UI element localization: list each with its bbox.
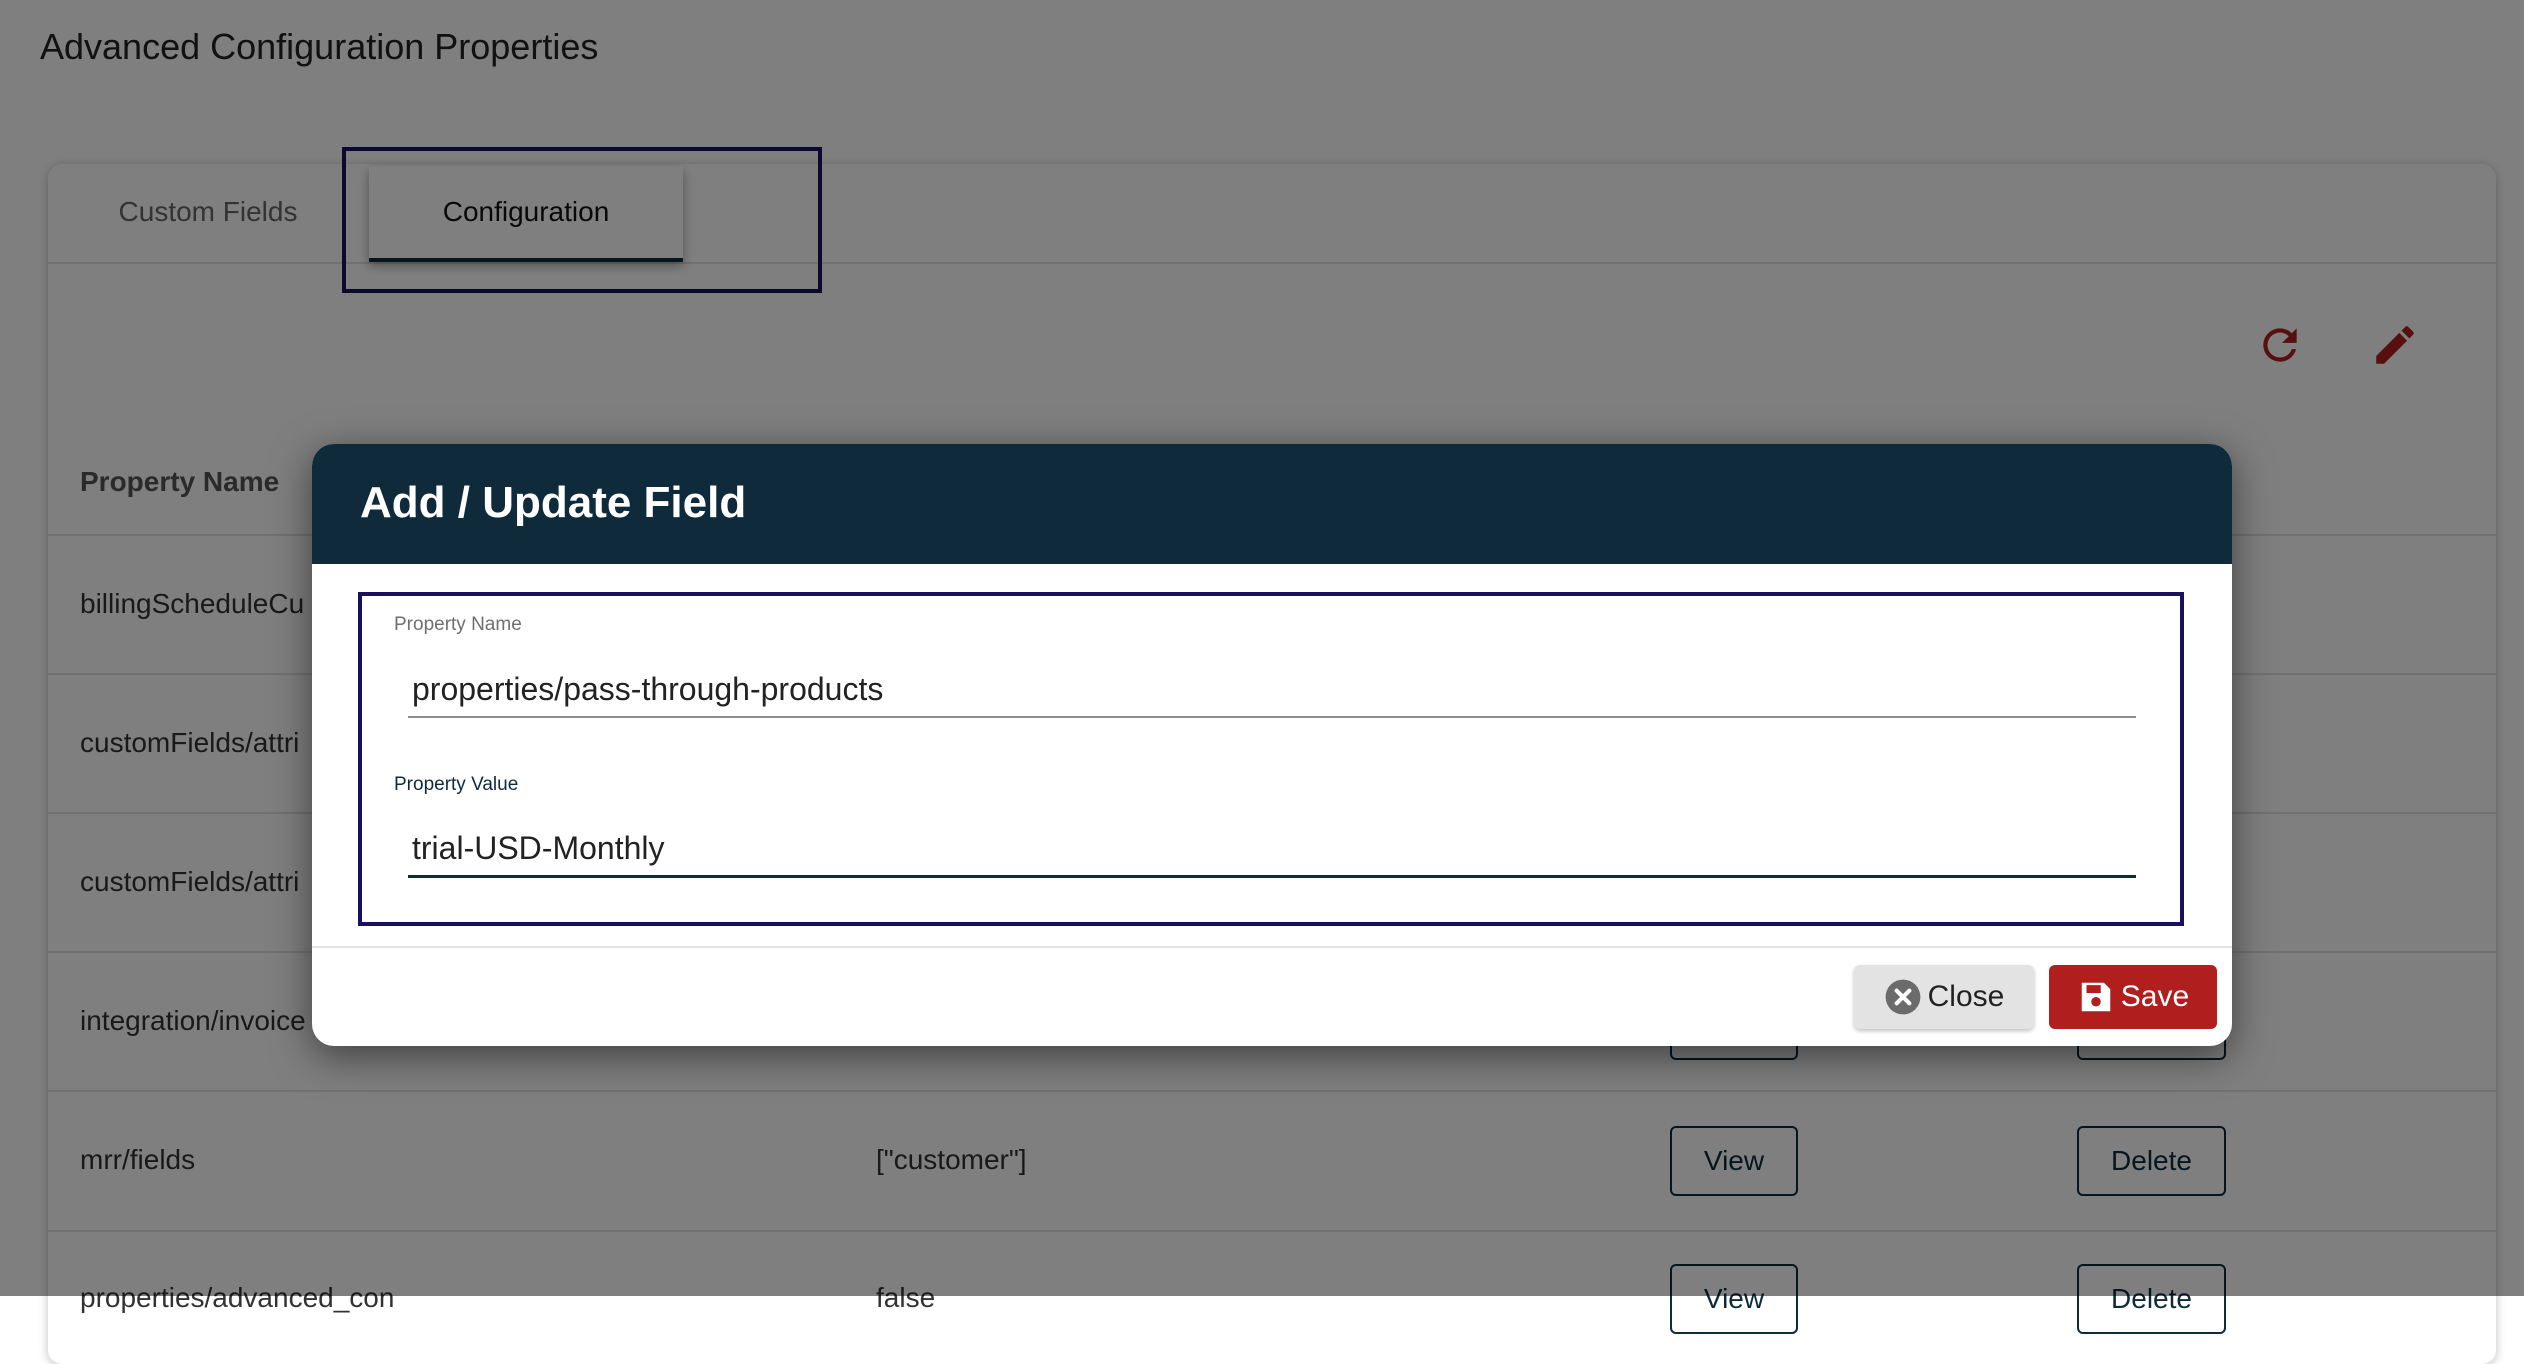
property-name-label: Property Name (394, 614, 522, 635)
property-name-input[interactable] (408, 662, 2136, 718)
close-button-label: Close (1927, 980, 2005, 1013)
add-update-field-dialog: Add / Update Field Property Name Propert… (312, 444, 2232, 1046)
property-value-label: Property Value (394, 774, 519, 795)
property-value-input[interactable] (408, 822, 2136, 878)
form-focus-box: Property Name Property Value (358, 592, 2184, 926)
dialog-header: Add / Update Field (312, 444, 2232, 564)
dialog-title: Add / Update Field (360, 478, 747, 527)
save-button-label: Save (2120, 980, 2190, 1013)
floppy-disk-icon (2081, 982, 2111, 1012)
save-button[interactable]: Save (2049, 965, 2217, 1029)
close-button[interactable]: Close (1854, 965, 2034, 1029)
dialog-footer-divider (312, 946, 2232, 948)
close-circle-icon (1885, 979, 1921, 1015)
